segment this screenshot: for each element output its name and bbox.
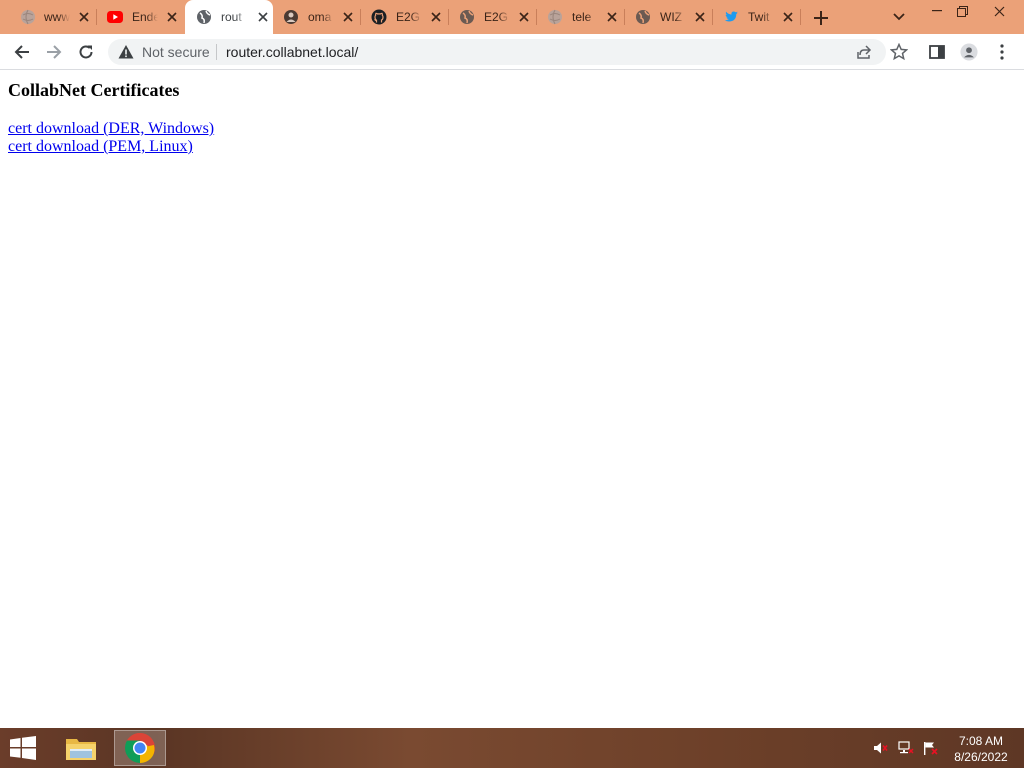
tab-search-chevron-down-icon[interactable] <box>890 9 908 25</box>
tab-5[interactable]: E2G <box>361 0 449 34</box>
chrome-icon[interactable] <box>114 730 166 766</box>
close-tab-icon[interactable] <box>340 9 356 25</box>
github-icon <box>371 9 387 25</box>
warning-triangle-icon[interactable] <box>118 44 134 60</box>
cert-download-pem-link[interactable]: cert download (PEM, Linux) <box>8 138 214 156</box>
tab-1[interactable]: www <box>0 0 97 34</box>
close-tab-icon[interactable] <box>516 9 532 25</box>
omnibox-divider <box>216 44 217 60</box>
tab-9[interactable]: Twit <box>713 0 801 34</box>
file-explorer-icon[interactable] <box>60 730 102 766</box>
restore-window-icon[interactable] <box>945 0 979 22</box>
forward-arrow-icon[interactable] <box>40 38 68 66</box>
tab-strip: www Ende rout oma E2G E2G tele WIZ Twit <box>0 0 1024 34</box>
volume-muted-icon[interactable] <box>873 741 889 755</box>
tab-title: www <box>44 10 70 24</box>
tab-title: E2G <box>484 10 509 24</box>
close-tab-icon[interactable] <box>255 9 271 25</box>
tab-title: E2G <box>396 10 421 24</box>
tab-title: WIZ <box>660 10 682 24</box>
tab-separator <box>800 9 801 25</box>
close-tab-icon[interactable] <box>164 9 180 25</box>
bookmark-star-icon[interactable] <box>890 43 908 61</box>
close-tab-icon[interactable] <box>780 9 796 25</box>
back-arrow-icon[interactable] <box>8 38 36 66</box>
generic-globe-icon <box>548 9 562 25</box>
network-icon[interactable] <box>898 741 914 755</box>
page-title: CollabNet Certificates <box>8 80 180 100</box>
globe-icon <box>636 10 650 24</box>
url-text[interactable]: router.collabnet.local/ <box>226 43 358 61</box>
tab-title: rout <box>221 10 242 24</box>
close-tab-icon[interactable] <box>604 9 620 25</box>
cert-download-der-link[interactable]: cert download (DER, Windows) <box>8 120 214 138</box>
tab-7[interactable]: tele <box>537 0 625 34</box>
tab-4[interactable]: oma <box>273 0 361 34</box>
clock-time: 7:08 AM <box>958 734 1004 748</box>
globe-icon <box>460 10 474 24</box>
page-content: CollabNet Certificates cert download (DE… <box>0 71 1024 728</box>
close-tab-icon[interactable] <box>692 9 708 25</box>
tab-6[interactable]: E2G <box>449 0 537 34</box>
avatar-globe-icon <box>284 10 298 24</box>
tab-title: oma <box>308 10 332 24</box>
tab-title: tele <box>572 10 592 24</box>
reload-icon[interactable] <box>72 38 100 66</box>
windows-start-icon[interactable] <box>8 736 38 760</box>
tab-title: Ende <box>132 10 158 24</box>
profile-avatar-icon[interactable] <box>960 43 978 61</box>
globe-icon <box>197 10 211 24</box>
tab-2[interactable]: Ende <box>97 0 185 34</box>
close-tab-icon[interactable] <box>428 9 444 25</box>
close-window-icon[interactable] <box>982 0 1016 22</box>
twitter-icon <box>724 11 738 22</box>
generic-globe-icon <box>21 9 35 25</box>
tab-3-active[interactable]: rout <box>185 0 273 34</box>
action-center-flag-icon[interactable] <box>922 741 938 755</box>
clock-date: 8/26/2022 <box>954 750 1008 764</box>
new-tab-plus-icon[interactable] <box>812 9 830 27</box>
browser-toolbar: Not secure router.collabnet.local/ <box>0 34 1024 70</box>
not-secure-label[interactable]: Not secure <box>142 43 210 61</box>
share-icon[interactable] <box>856 44 872 60</box>
close-tab-icon[interactable] <box>76 9 92 25</box>
kebab-menu-icon[interactable] <box>993 43 1011 61</box>
download-links: cert download (DER, Windows) cert downlo… <box>8 120 214 156</box>
tab-title: Twit <box>748 10 770 24</box>
tab-8[interactable]: WIZ <box>625 0 713 34</box>
address-bar[interactable]: Not secure router.collabnet.local/ <box>108 39 908 65</box>
windows-taskbar: 7:08 AM 8/26/2022 <box>0 728 1024 768</box>
youtube-icon <box>107 11 123 23</box>
side-panel-icon[interactable] <box>928 43 946 61</box>
system-clock[interactable]: 7:08 AM 8/26/2022 <box>946 733 1016 765</box>
